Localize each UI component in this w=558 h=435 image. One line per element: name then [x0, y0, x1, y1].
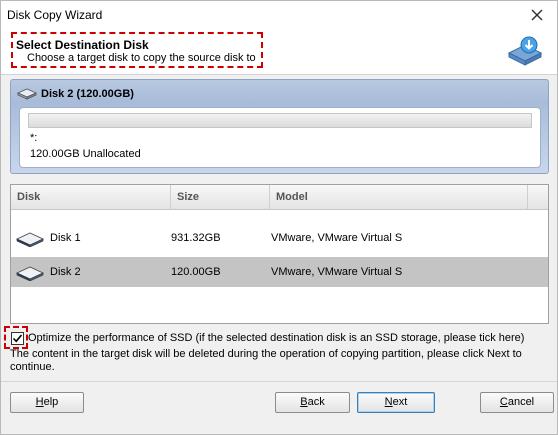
hard-disk-icon: [15, 266, 45, 281]
column-header-size[interactable]: Size: [171, 185, 270, 209]
disk-panel-title: Disk 2 (120.00GB): [41, 88, 134, 100]
ssd-optimize-option[interactable]: Optimize the performance of SSD (if the …: [4, 326, 555, 349]
warning-note: The content in the target disk will be d…: [10, 348, 522, 373]
window-title: Disk Copy Wizard: [7, 8, 103, 22]
partition-map[interactable]: *: 120.00GB Unallocated: [19, 107, 541, 168]
disk-copy-icon: [507, 36, 543, 66]
row-disk-size: 120.00GB: [171, 266, 221, 278]
row-disk-name: Disk 1: [50, 232, 81, 244]
close-icon: [531, 9, 543, 21]
row-disk-model: VMware, VMware Virtual S: [271, 266, 403, 278]
partition-name: *:: [30, 132, 38, 144]
destination-disk-panel[interactable]: Disk 2 (120.00GB) *: 120.00GB Unallocate…: [10, 79, 549, 174]
title-bar: Disk Copy Wizard: [1, 1, 557, 29]
ssd-optimize-checkbox[interactable]: [11, 332, 24, 345]
next-button-rest: ext: [392, 396, 408, 408]
table-row[interactable]: Disk 2 120.00GB VMware, VMware Virtual S: [11, 257, 548, 287]
next-button-key: N: [384, 396, 393, 408]
column-header-filler: [528, 185, 548, 209]
hard-disk-icon: [15, 232, 45, 247]
disk-panel-header: Disk 2 (120.00GB): [17, 85, 134, 103]
cancel-button[interactable]: Cancel: [480, 392, 554, 413]
cancel-button-key: C: [499, 396, 508, 408]
help-button-key: H: [35, 396, 44, 408]
header-highlight: Select Destination Disk Choose a target …: [11, 32, 263, 68]
table-row[interactable]: Disk 1 931.32GB VMware, VMware Virtual S: [11, 223, 548, 253]
row-disk-size: 931.32GB: [171, 232, 221, 244]
back-button[interactable]: Back: [275, 392, 350, 413]
disk-table: Disk Size Model Disk 1 931.32GB VMware, …: [10, 184, 549, 324]
partition-description: 120.00GB Unallocated: [30, 148, 141, 160]
disk-small-icon: [17, 88, 37, 100]
back-button-key: B: [300, 396, 308, 408]
wizard-header: Select Destination Disk Choose a target …: [1, 29, 557, 75]
row-disk-model: VMware, VMware Virtual S: [271, 232, 403, 244]
footer-divider: [1, 381, 557, 382]
header-title: Select Destination Disk: [16, 38, 149, 52]
column-header-model[interactable]: Model: [270, 185, 528, 209]
help-button-rest: elp: [43, 396, 59, 408]
checkmark-icon: [12, 334, 23, 343]
row-disk-name: Disk 2: [50, 266, 81, 278]
back-button-rest: ack: [307, 396, 325, 408]
table-header: Disk Size Model: [11, 185, 548, 210]
disk-copy-wizard-window: Disk Copy Wizard Select Destination Disk…: [0, 0, 558, 435]
column-header-disk[interactable]: Disk: [11, 185, 171, 209]
cancel-button-rest: ancel: [507, 396, 535, 408]
next-button[interactable]: Next: [357, 392, 435, 413]
close-button[interactable]: [527, 5, 547, 25]
unallocated-bar: [28, 113, 532, 128]
help-button[interactable]: Help: [10, 392, 84, 413]
ssd-optimize-label[interactable]: Optimize the performance of SSD (if the …: [28, 332, 524, 344]
header-subtitle: Choose a target disk to copy the source …: [27, 52, 256, 64]
